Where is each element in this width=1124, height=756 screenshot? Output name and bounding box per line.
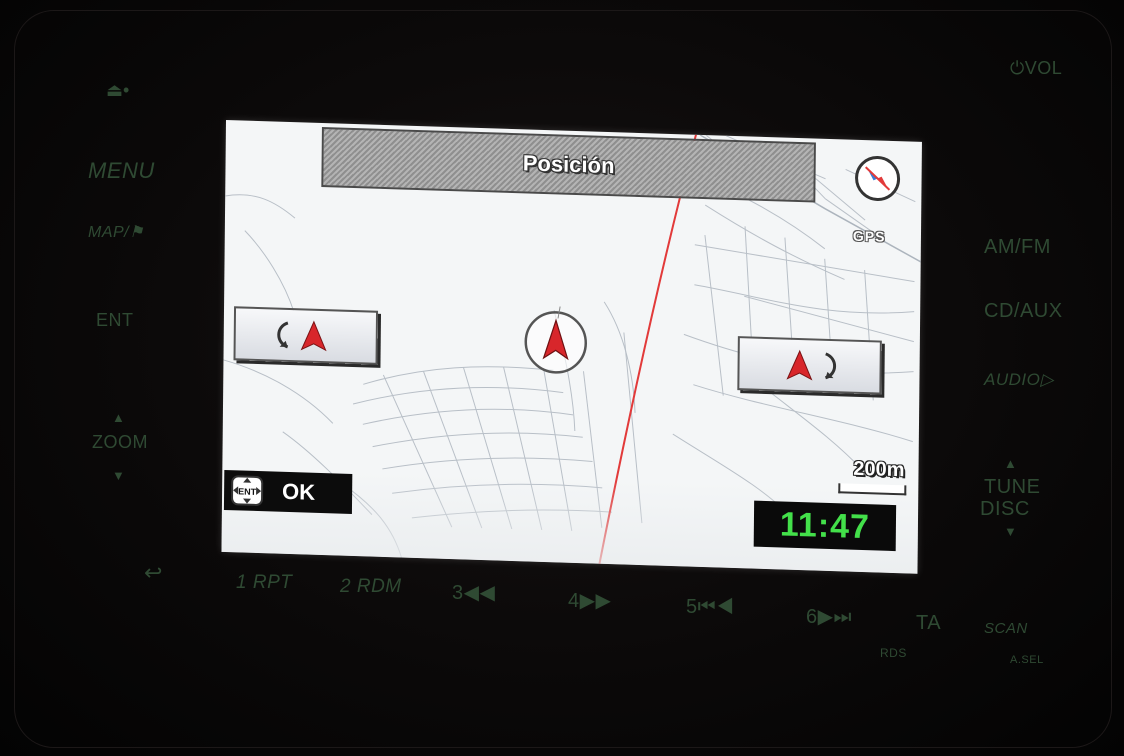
rotate-left-icon	[277, 320, 327, 352]
disc-label: DISC	[980, 498, 1030, 520]
preset-2-button[interactable]: 2 RDM	[340, 576, 402, 598]
page-title: Posición	[522, 150, 615, 179]
current-position-marker	[524, 306, 588, 374]
rotate-left-button[interactable]	[233, 306, 379, 365]
cd-aux-button[interactable]: CD/AUX	[984, 300, 1063, 323]
preset-5-button[interactable]: 5⏮◀	[686, 596, 734, 619]
eject-icon[interactable]: ⏏•	[106, 80, 129, 101]
clock: 11:47	[753, 500, 897, 552]
amfm-button[interactable]: AM/FM	[984, 236, 1051, 259]
preset-6-label: 6	[806, 606, 818, 628]
zoom-down-icon[interactable]: ▼	[112, 468, 125, 483]
asel-label: A.SEL	[1010, 654, 1044, 666]
menu-button[interactable]: MENU	[88, 158, 155, 184]
tune-down-icon[interactable]: ▼	[1004, 524, 1017, 539]
power-vol-knob[interactable]: ⏻VOL	[1010, 58, 1062, 79]
zoom-label: ZOOM	[92, 432, 148, 452]
map-guide-icon: ⚑	[129, 224, 144, 241]
rewind-icon: ◀◀	[463, 582, 496, 604]
audio-button[interactable]: AUDIO▷	[984, 370, 1054, 390]
ent-button[interactable]: ENT	[96, 310, 134, 331]
tune-up-icon[interactable]: ▲	[1004, 456, 1017, 471]
map-button-label: MAP/	[88, 224, 130, 241]
map-button[interactable]: MAP/⚑	[88, 222, 144, 242]
audio-arrow-icon: ▷	[1040, 370, 1054, 389]
scan-button[interactable]: SCAN	[984, 620, 1028, 637]
preset-5-label: 5	[686, 596, 698, 618]
preset-3-button[interactable]: 3◀◀	[452, 580, 495, 605]
gps-label: GPS	[852, 227, 886, 245]
tune-label: TUNE	[984, 476, 1041, 498]
compass-icon[interactable]	[853, 154, 902, 203]
next-track-icon: ▶⏭	[817, 606, 853, 628]
power-icon: ⏻	[1010, 58, 1025, 78]
ok-label: OK	[281, 478, 316, 505]
rotate-right-icon	[786, 349, 837, 381]
map-scale: 200m	[832, 457, 912, 496]
preset-1-button[interactable]: 1 RPT	[236, 572, 292, 594]
rotate-right-button[interactable]	[737, 336, 882, 395]
ent-icon-label: ENT	[238, 486, 257, 497]
back-icon[interactable]: ↩	[144, 560, 162, 586]
clock-time: 11:47	[779, 504, 871, 546]
preset-4-button[interactable]: 4▶▶	[568, 588, 611, 613]
ent-joystick-icon: ENT	[231, 475, 264, 506]
rds-label: RDS	[880, 646, 907, 660]
fast-forward-icon: ▶▶	[579, 590, 612, 612]
preset-4-label: 4	[568, 590, 580, 612]
previous-track-icon: ⏮◀	[697, 596, 735, 618]
scale-bar	[838, 483, 907, 496]
audio-label: AUDIO	[984, 370, 1041, 389]
ok-button[interactable]: ENT OK	[223, 469, 353, 514]
vol-label: VOL	[1024, 58, 1063, 78]
navigation-screen[interactable]: Posición GPS 200m ENT OK 11:47	[221, 120, 922, 574]
scale-label: 200m	[853, 457, 905, 482]
zoom-up-icon[interactable]: ▲	[112, 410, 125, 425]
preset-6-button[interactable]: 6▶⏭	[806, 604, 852, 629]
ta-button[interactable]: TA	[916, 612, 941, 635]
preset-3-label: 3	[452, 582, 464, 604]
